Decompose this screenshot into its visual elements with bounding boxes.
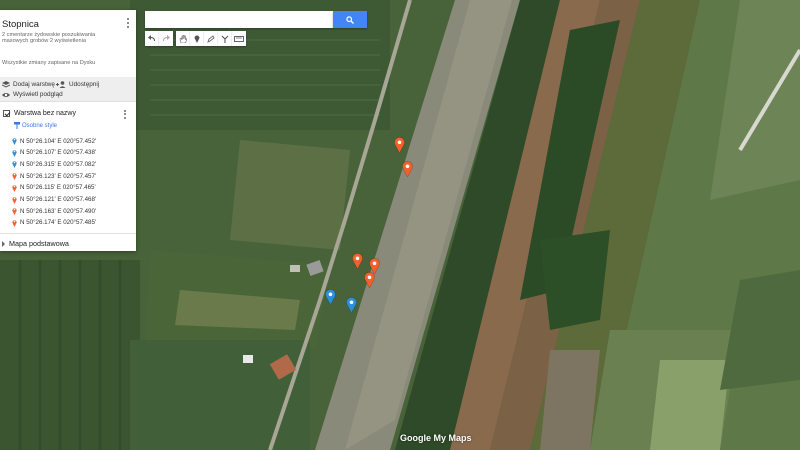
map-marker[interactable] — [394, 137, 405, 153]
lasso-icon — [206, 34, 215, 43]
layer-point-item[interactable]: N 50°26.121' E 020°57.468' — [12, 196, 96, 204]
measure-button[interactable] — [232, 31, 246, 46]
layer-point-item[interactable]: N 50°26.163' E 020°57.490' — [12, 207, 97, 216]
marker-icon — [194, 35, 199, 43]
directions-button[interactable] — [218, 31, 232, 46]
map-marker[interactable] — [352, 253, 363, 269]
layer-name[interactable]: Warstwa bez nazwy — [14, 110, 76, 117]
marker-icon — [12, 208, 17, 216]
marker-icon — [12, 138, 17, 145]
google-my-maps-watermark: Google My Maps — [400, 433, 472, 443]
marker-icon — [12, 173, 17, 181]
route-icon — [221, 35, 228, 43]
marker-icon — [12, 185, 17, 192]
basemap-label: Mapa podstawowa — [9, 239, 69, 248]
point-coordinates: N 50°26.121' E 020°57.468' — [20, 196, 97, 203]
point-coordinates: N 50°26.174' E 020°57.485' — [20, 219, 97, 227]
point-coordinates: N 50°26.115' E 020°57.465' — [20, 184, 96, 192]
marker-icon — [12, 196, 17, 204]
layer-styles-link[interactable]: Osobne style — [14, 122, 57, 129]
layer-options-menu-icon[interactable] — [122, 109, 128, 120]
layer-point-item[interactable]: N 50°26.315' E 020°57.082' — [12, 160, 97, 169]
marker-icon — [12, 149, 17, 157]
map-marker[interactable] — [346, 297, 357, 313]
redo-icon — [163, 35, 170, 41]
preview-label: Wyświetl podgląd — [13, 91, 63, 98]
add-layer-button[interactable]: Dodaj warstwę — [2, 81, 55, 88]
layers-icon — [2, 81, 10, 88]
map-description[interactable]: 2 cmentarze żydowskie poszukiwania masow… — [2, 32, 112, 45]
point-coordinates: N 50°26.104' E 020°57.452' — [20, 137, 97, 145]
marker-icon — [12, 161, 17, 169]
pan-tool-button[interactable] — [176, 31, 190, 46]
ruler-icon — [234, 35, 244, 42]
map-toolbar — [145, 31, 249, 46]
search-button[interactable] — [333, 11, 367, 28]
add-person-icon — [56, 81, 66, 88]
layer-point-item[interactable]: N 50°26.174' E 020°57.485' — [12, 219, 96, 227]
preview-button[interactable]: Wyświetl podgląd — [2, 91, 63, 98]
layer-point-item[interactable]: N 50°26.104' E 020°57.452' — [12, 137, 96, 145]
share-button[interactable]: Udostępnij — [56, 81, 99, 88]
expand-arrow-icon — [2, 240, 5, 247]
add-layer-label: Dodaj warstwę — [13, 81, 55, 88]
map-title[interactable]: Stopnica — [2, 19, 39, 30]
redo-button[interactable] — [159, 31, 173, 46]
point-coordinates: N 50°26.123' E 020°57.457' — [20, 172, 97, 180]
layer-header[interactable]: Warstwa bez nazwy — [3, 110, 76, 117]
map-options-menu-icon[interactable] — [125, 17, 131, 29]
undo-icon — [147, 35, 155, 41]
map-marker[interactable] — [364, 272, 375, 288]
layer-visibility-checkbox[interactable] — [3, 110, 10, 117]
share-label: Udostępnij — [69, 81, 100, 88]
paint-roller-icon — [14, 122, 20, 129]
search-input[interactable] — [145, 11, 333, 28]
point-coordinates: N 50°26.107' E 020°57.438' — [20, 149, 97, 157]
map-actions-bar: Dodaj warstwę Udostępnij Wyświetl podglą… — [0, 77, 136, 101]
map-marker[interactable] — [325, 289, 336, 305]
map-marker[interactable] — [402, 161, 413, 177]
layer-point-item[interactable]: N 50°26.115' E 020°57.465' — [12, 184, 96, 192]
point-coordinates: N 50°26.315' E 020°57.082' — [20, 160, 97, 168]
map-side-panel: Stopnica 2 cmentarze żydowskie poszukiwa… — [0, 10, 136, 251]
add-marker-button[interactable] — [190, 31, 204, 46]
point-coordinates: N 50°26.163' E 020°57.490' — [20, 207, 97, 215]
divider — [0, 233, 136, 234]
marker-icon — [12, 220, 17, 227]
divider — [0, 101, 136, 102]
draw-line-button[interactable] — [204, 31, 218, 46]
search-icon — [346, 15, 354, 24]
hand-icon — [179, 34, 187, 43]
layer-point-item[interactable]: N 50°26.107' E 020°57.438' — [12, 149, 96, 157]
layer-point-item[interactable]: N 50°26.123' E 020°57.457' — [12, 172, 97, 181]
save-status: Wszystkie zmiany zapisane na Dysku — [2, 60, 96, 66]
eye-icon — [2, 92, 10, 97]
basemap-toggle[interactable]: Mapa podstawowa — [2, 239, 69, 248]
undo-button[interactable] — [145, 31, 159, 46]
